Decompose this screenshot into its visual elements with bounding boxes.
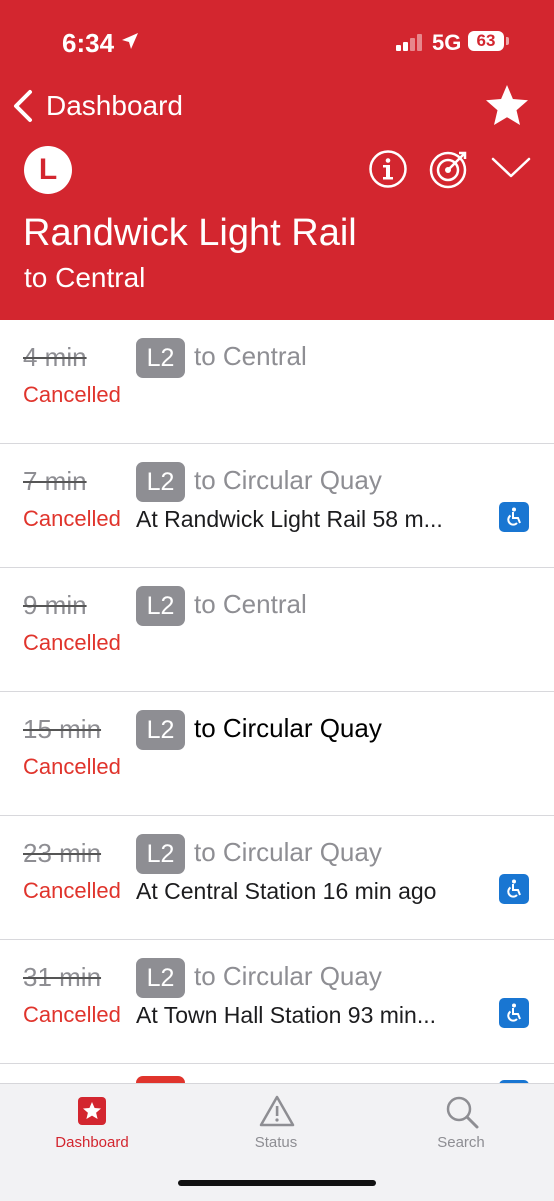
departure-status: Cancelled <box>23 754 121 779</box>
vehicle-location: At Central Station 16 min ago <box>136 878 437 904</box>
back-label: Dashboard <box>46 90 183 121</box>
wheelchair-accessible-icon <box>499 502 529 532</box>
star-square-icon <box>78 1097 106 1125</box>
wheelchair-accessible-icon <box>499 998 529 1028</box>
route-badge: L2 <box>136 958 185 998</box>
tab-dashboard-label: Dashboard <box>55 1134 129 1151</box>
back-button[interactable]: Dashboard <box>10 84 183 128</box>
status-bar: 6:34 5G 63 <box>0 0 554 80</box>
departure-destination: to Circular Quay <box>194 713 382 744</box>
battery-cap <box>506 37 509 45</box>
departure-row[interactable]: 9 min Cancelled L2 to Central <box>0 568 554 692</box>
home-indicator[interactable] <box>178 1180 376 1186</box>
status-time: 6:34 <box>62 28 115 58</box>
departure-destination: to Central <box>194 589 307 619</box>
departure-destination: to Central <box>194 341 307 371</box>
page-subtitle: to Central <box>24 262 146 293</box>
battery-indicator: 63 <box>468 31 504 51</box>
chevron-down-icon[interactable] <box>490 150 532 184</box>
tab-dashboard[interactable]: Dashboard <box>27 1084 157 1164</box>
departure-status: Cancelled <box>23 878 121 903</box>
vehicle-location: At Randwick Light Rail 58 m... <box>136 506 443 532</box>
destination-prefix: to <box>194 713 216 743</box>
departure-status: Cancelled <box>23 630 121 655</box>
departure-status: Cancelled <box>23 506 121 531</box>
tracking-icon[interactable] <box>428 148 470 190</box>
star-icon[interactable] <box>484 82 530 128</box>
vehicle-location: At Town Hall Station 93 min... <box>136 1002 436 1028</box>
location-arrow-icon <box>122 33 138 49</box>
destination-name: Circular Quay <box>222 713 382 743</box>
departure-minutes: 31 min <box>23 962 102 992</box>
warning-icon <box>259 1095 295 1127</box>
departure-minutes: 9 min <box>23 590 87 620</box>
departure-row[interactable]: 7 min Cancelled L2 to Circular Quay At R… <box>0 444 554 568</box>
departure-status: Cancelled <box>23 1002 121 1027</box>
route-badge: L2 <box>136 338 185 378</box>
cellular-signal-icon <box>396 34 422 51</box>
line-badge-label: L <box>38 153 58 186</box>
search-icon <box>446 1096 479 1129</box>
line-badge: L <box>24 146 72 194</box>
departure-list: 4 min Cancelled L2 to Central 7 min Canc… <box>0 320 554 1064</box>
info-icon[interactable] <box>368 149 408 189</box>
route-badge: L2 <box>136 710 185 750</box>
departure-destination: to Circular Quay <box>194 837 382 867</box>
departure-status: Cancelled <box>23 382 121 407</box>
departure-row[interactable]: 15 min Cancelled L2 to Circular Quay <box>0 692 554 816</box>
wheelchair-accessible-icon <box>499 874 529 904</box>
departure-minutes: 7 min <box>23 466 87 496</box>
departure-destination: to Circular Quay <box>194 961 382 991</box>
tab-status-label: Status <box>254 1134 298 1151</box>
network-type: 5G <box>432 30 462 55</box>
departure-minutes: 4 min <box>23 342 87 372</box>
tab-search-label: Search <box>437 1134 485 1151</box>
route-badge: L2 <box>136 586 185 626</box>
departure-row[interactable]: 23 min Cancelled L2 to Circular Quay At … <box>0 816 554 940</box>
route-badge: L2 <box>136 462 185 502</box>
route-badge: L2 <box>136 834 185 874</box>
tab-status[interactable]: Status <box>211 1084 341 1164</box>
departure-minutes: 23 min <box>23 838 102 868</box>
departure-destination: to Circular Quay <box>194 465 382 495</box>
page-title: Randwick Light Rail <box>23 212 357 254</box>
departure-minutes: 15 min <box>23 714 102 744</box>
departure-row[interactable]: 31 min Cancelled L2 to Circular Quay At … <box>0 940 554 1064</box>
header: 6:34 5G 63 Dashboard L Randwick Light Ra… <box>0 0 554 320</box>
departure-row[interactable]: 4 min Cancelled L2 to Central <box>0 320 554 444</box>
tab-search[interactable]: Search <box>396 1084 526 1164</box>
chevron-left-icon <box>14 90 32 122</box>
